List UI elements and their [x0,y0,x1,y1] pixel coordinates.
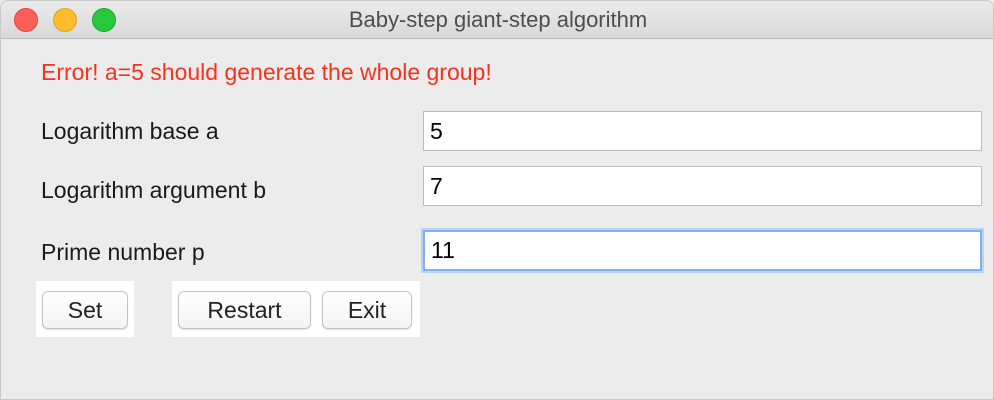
argument-input[interactable] [423,166,982,206]
base-label: Logarithm base a [41,118,219,144]
app-window: Baby-step giant-step algorithm Error! a=… [0,0,994,400]
prime-input[interactable] [423,230,982,271]
base-input[interactable] [423,111,982,151]
window-title: Baby-step giant-step algorithm [348,7,648,32]
prime-label: Prime number p [41,239,205,265]
error-message: Error! a=5 should generate the whole gro… [41,59,492,85]
exit-button[interactable]: Exit [322,291,412,329]
set-button[interactable]: Set [42,291,128,329]
argument-label: Logarithm argument b [41,177,267,203]
action-button-panel: Restart Exit [172,281,420,337]
set-button-panel: Set [36,281,134,337]
title-bar[interactable]: Baby-step giant-step algorithm [1,1,993,39]
restart-button[interactable]: Restart [178,291,311,329]
